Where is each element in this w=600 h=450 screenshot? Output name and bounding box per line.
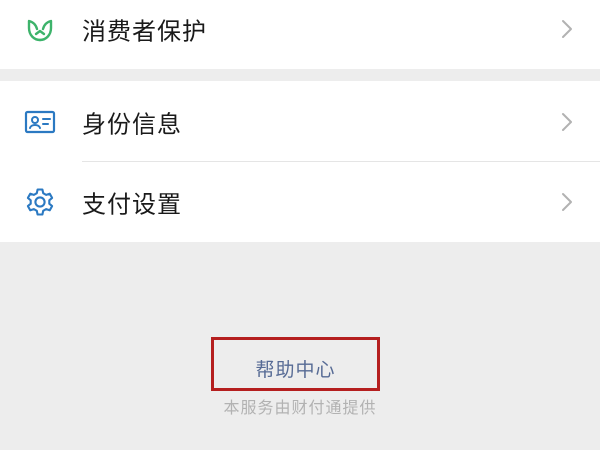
row-payment-settings[interactable]: 支付设置 <box>0 162 600 242</box>
row-consumer-protection[interactable]: 消费者保护 <box>0 0 600 69</box>
chevron-right-icon <box>562 113 572 131</box>
chevron-right-icon <box>562 20 572 38</box>
row-identity-info[interactable]: 身份信息 <box>0 82 600 162</box>
service-provider-note: 本服务由财付通提供 <box>223 398 377 417</box>
row-label: 身份信息 <box>82 110 182 139</box>
settings-group-main: 身份信息 支付设置 <box>0 81 600 242</box>
chevron-right-icon <box>562 193 572 211</box>
consumer-protection-icon <box>24 13 56 45</box>
row-label: 消费者保护 <box>82 17 207 46</box>
help-center-link[interactable]: 帮助中心 <box>211 337 380 391</box>
row-label: 支付设置 <box>82 190 182 219</box>
id-card-icon <box>24 106 56 138</box>
settings-group-top: 消费者保护 <box>0 0 600 69</box>
gear-icon <box>24 186 56 218</box>
help-center-label: 帮助中心 <box>255 358 336 381</box>
